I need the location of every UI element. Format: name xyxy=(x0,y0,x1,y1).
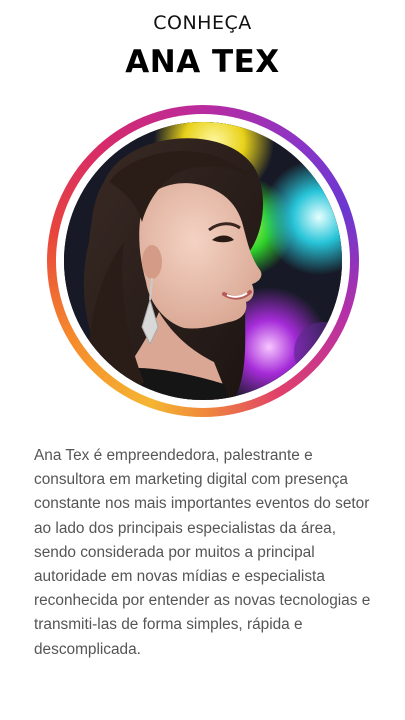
avatar-gradient-ring xyxy=(47,105,359,417)
section-eyebrow: CONHEÇA xyxy=(153,12,252,34)
page-title: ANA TEX xyxy=(125,44,280,80)
avatar xyxy=(64,122,342,400)
about-section: CONHEÇA ANA TEX Ana Tex é empreendedora,… xyxy=(0,0,405,720)
profile-photo xyxy=(64,122,342,400)
bio-paragraph: Ana Tex é empreendedora, palestrante e c… xyxy=(34,447,371,658)
